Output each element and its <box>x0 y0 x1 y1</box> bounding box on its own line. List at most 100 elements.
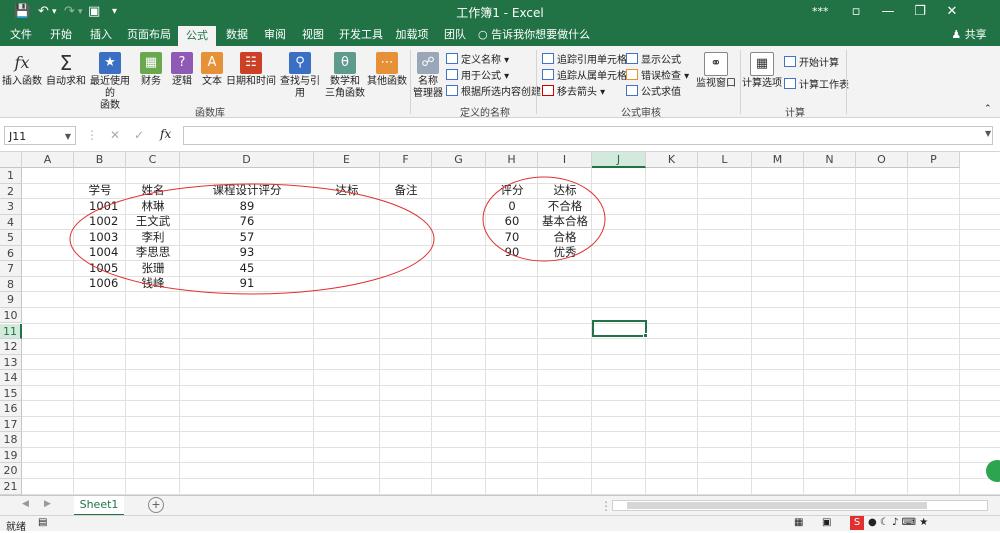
watch-window-button[interactable]: ⚭ 监视窗口 <box>694 52 738 90</box>
sheet-tab-sheet1[interactable]: Sheet1 <box>74 496 124 516</box>
autosum-button[interactable]: Σ 自动求和 <box>46 52 86 88</box>
add-sheet-icon[interactable]: + <box>148 497 164 513</box>
name-manager-button[interactable]: ☍ 名称 管理器 <box>412 52 444 100</box>
tab-view[interactable]: 视图 <box>296 24 330 46</box>
user-name[interactable]: *** <box>812 3 829 21</box>
name-manager-label: 名称 <box>418 76 438 87</box>
financial-button[interactable]: ▦ 财务 <box>136 52 166 88</box>
text-button[interactable]: A 文本 <box>198 52 226 88</box>
remove-arrows-label: 移去箭头 <box>557 87 597 98</box>
tab-developer[interactable]: 开发工具 <box>336 24 386 46</box>
page-layout-view-icon[interactable]: ▣ <box>822 517 831 528</box>
math-button[interactable]: θ 数学和 三角函数 <box>324 52 366 100</box>
minimize-icon[interactable]: — <box>876 2 900 22</box>
create-from-selection-label: 根据所选内容创建 <box>461 87 541 98</box>
macro-record-icon[interactable]: ▤ <box>38 517 47 528</box>
tab-file[interactable]: 文件 <box>4 24 38 46</box>
tab-review[interactable]: 审阅 <box>258 24 292 46</box>
scroll-left-icon[interactable]: ◀ <box>22 499 29 509</box>
trace-precedents-icon <box>542 53 554 64</box>
tab-addins[interactable]: 加载项 <box>392 24 432 46</box>
calculate-now-icon <box>784 56 796 67</box>
evaluate-formula-button[interactable]: 公式求值 <box>626 85 681 100</box>
horizontal-scrollbar[interactable] <box>612 500 988 511</box>
title-bar: 💾 ↶ ▾ ↷ ▾ ▣ ▾ 工作簿1 - Excel *** ▫ — ❐ ✕ <box>0 0 1000 24</box>
watch-window-label: 监视窗口 <box>696 78 736 89</box>
insert-function-icon[interactable]: fx <box>160 127 171 141</box>
name-box[interactable]: J11▼ <box>4 126 76 145</box>
tab-split-handle[interactable]: ⋮ <box>600 499 612 513</box>
datetime-button[interactable]: ☷ 日期和时间 <box>226 52 276 88</box>
group-function-library: 函数库 <box>150 104 270 119</box>
collapse-ribbon-icon[interactable]: ⌃ <box>984 102 992 116</box>
recently-used-button[interactable]: ★ 最近使用的 函数 <box>86 52 134 112</box>
tab-page-layout[interactable]: 页面布局 <box>124 24 174 46</box>
calculate-now-button[interactable]: 开始计算 <box>784 56 839 71</box>
calculate-sheet-button[interactable]: 计算工作表 <box>784 78 849 93</box>
share-label: 共享 <box>965 28 987 41</box>
logical-button[interactable]: ? 逻辑 <box>168 52 196 88</box>
scroll-right-icon[interactable]: ▶ <box>44 499 51 509</box>
sheet-tab-bar: ◀ ▶ Sheet1 + ⋮ <box>0 495 1000 515</box>
calculator-icon: ▦ <box>750 52 774 76</box>
tell-me-text: 告诉我你想要做什么 <box>491 28 590 41</box>
define-name-icon <box>446 53 458 64</box>
sigma-icon: Σ <box>55 52 77 74</box>
expand-formula-bar-icon[interactable]: ▼ <box>985 129 991 138</box>
calculation-options-label: 计算选项 <box>742 78 782 89</box>
ribbon-display-icon[interactable]: ▫ <box>844 2 868 22</box>
insert-function-button[interactable]: fx 插入函数 <box>2 52 42 88</box>
worksheet-grid[interactable]: ABCDEFGHIJKLMNOP 12345678910111213141516… <box>0 152 1000 495</box>
fx-icon: fx <box>11 52 33 74</box>
tab-insert[interactable]: 插入 <box>84 24 118 46</box>
recent-label-2: 函数 <box>100 100 120 111</box>
create-from-selection-button[interactable]: 根据所选内容创建 <box>446 85 541 100</box>
tab-team[interactable]: 团队 <box>438 24 472 46</box>
use-in-formula-button[interactable]: 用于公式 ▾ <box>446 69 509 84</box>
trace-dependents-label: 追踪从属单元格 <box>557 71 627 82</box>
ribbon-tabs: 文件 开始 插入 页面布局 公式 数据 审阅 视图 开发工具 加载项 团队 ○ … <box>0 24 1000 46</box>
formula-bar-more-icon[interactable]: ⋮ <box>86 128 98 142</box>
evaluate-formula-label: 公式求值 <box>641 87 681 98</box>
group-defined-names: 定义的名称 <box>440 104 530 119</box>
question-icon: ? <box>171 52 193 74</box>
trace-precedents-button[interactable]: 追踪引用单元格 <box>542 53 627 68</box>
financial-icon: ▦ <box>140 52 162 74</box>
error-checking-button[interactable]: 错误检查 ▾ <box>626 69 689 84</box>
tell-me-box[interactable]: ○ 告诉我你想要做什么 <box>478 24 608 46</box>
name-box-dropdown-icon[interactable]: ▼ <box>65 127 71 146</box>
remove-arrows-button[interactable]: 移去箭头 ▾ <box>542 85 605 100</box>
math-label: 数学和 <box>330 76 360 87</box>
define-name-label: 定义名称 <box>461 55 501 66</box>
share-button[interactable]: ♟ 共享 <box>946 24 992 46</box>
show-formulas-button[interactable]: 显示公式 <box>626 53 681 68</box>
show-formulas-icon <box>626 53 638 64</box>
normal-view-icon[interactable]: ▦ <box>794 517 803 528</box>
trace-dependents-icon <box>542 69 554 80</box>
ribbon-separator <box>740 50 741 114</box>
annotation-ellipse-grade-table <box>483 177 605 261</box>
other-functions-button[interactable]: ⋯ 其他函数 <box>366 52 408 88</box>
formula-input[interactable] <box>183 126 993 145</box>
annotation-ellipse-student-table <box>70 184 434 294</box>
text-a-icon: A <box>201 52 223 74</box>
ribbon-separator <box>846 50 847 114</box>
cancel-icon[interactable]: ✕ <box>110 128 120 142</box>
other-label: 其他函数 <box>367 76 407 87</box>
lookup-button[interactable]: ⚲ 查找与引用 <box>276 52 324 100</box>
ime-status-icons[interactable]: ● ☾ ♪ ⌨ ★ <box>868 517 928 528</box>
create-from-selection-icon <box>446 85 458 96</box>
group-calculation: 计算 <box>760 104 830 119</box>
trace-dependents-button[interactable]: 追踪从属单元格 <box>542 69 627 84</box>
calculation-options-button[interactable]: ▦ 计算选项 <box>742 52 782 90</box>
define-name-button[interactable]: 定义名称 ▾ <box>446 53 509 68</box>
maximize-icon[interactable]: ❐ <box>908 2 932 22</box>
financial-label: 财务 <box>141 76 161 87</box>
enter-icon[interactable]: ✓ <box>134 128 144 142</box>
horizontal-scroll-thumb[interactable] <box>627 502 927 509</box>
tab-data[interactable]: 数据 <box>220 24 254 46</box>
ime-s-icon[interactable]: S <box>850 516 864 530</box>
close-icon[interactable]: ✕ <box>940 2 964 22</box>
tab-formulas[interactable]: 公式 <box>178 26 216 46</box>
tab-home[interactable]: 开始 <box>44 24 78 46</box>
